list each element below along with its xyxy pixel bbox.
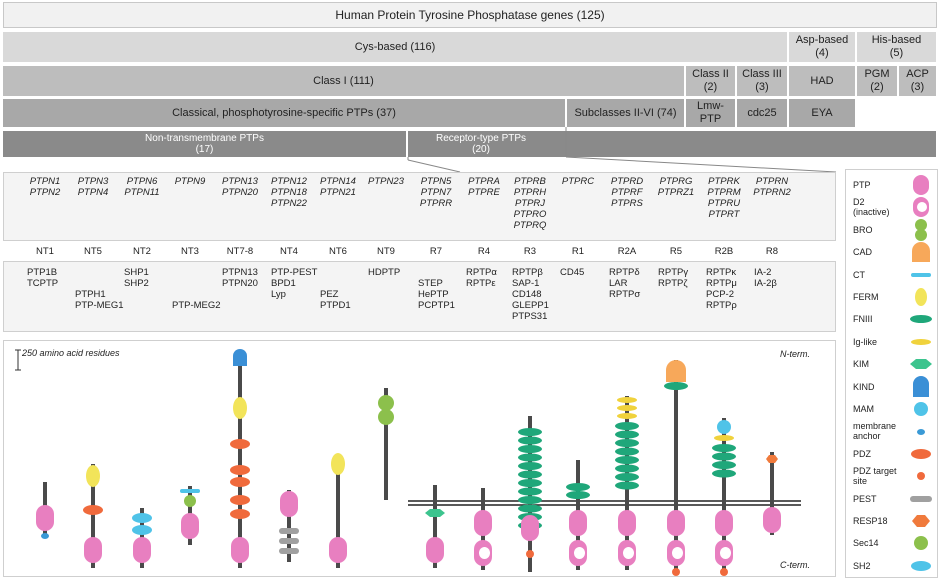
legend-label-1: D2 (inactive) bbox=[853, 197, 890, 218]
legend-label-15: RESP18 bbox=[853, 516, 888, 526]
subfamily-label-nt3: NT3 bbox=[181, 246, 199, 257]
gene-list-r4: PTPRA PTPRE bbox=[468, 176, 500, 198]
legend-label-0: PTP bbox=[853, 180, 871, 190]
gene-list-nt9: PTPN23 bbox=[368, 176, 404, 187]
gene-list-nt1: PTPN1 PTPN2 bbox=[29, 176, 61, 198]
gene-list-nt6: PTPN14 PTPN21 bbox=[320, 176, 356, 198]
iglike-domain-icon bbox=[911, 338, 931, 345]
subfamily-label-nt9: NT9 bbox=[377, 246, 395, 257]
legend-label-3: CAD bbox=[853, 247, 873, 258]
legend-label-12: PDZ bbox=[853, 448, 871, 459]
subfamily-label-r4: R4 bbox=[477, 246, 491, 257]
subfamily-label-nt5: NT5 bbox=[84, 246, 102, 257]
gene-list-r3: PTPRB PTPRH PTPRJ PTPRO PTPRQ bbox=[513, 176, 547, 231]
gene-list-r7: PTPN5 PTPN7 PTPRR bbox=[419, 176, 453, 209]
subfamily-label-nt1: NT1 bbox=[36, 246, 54, 257]
domain-structure-diagram bbox=[15, 349, 801, 576]
gene-list-nt4: PTPN12 PTPN18 PTPN22 bbox=[271, 176, 307, 209]
legend-label-10: MAM bbox=[853, 404, 874, 414]
mam-domain-icon bbox=[914, 402, 928, 416]
fniii-domain-icon bbox=[910, 315, 932, 324]
gene-list-r1: PTPRC bbox=[561, 176, 595, 187]
legend-label-2: BRO bbox=[853, 224, 873, 235]
legend-label-6: FNIII bbox=[853, 314, 873, 325]
subfamily-label-nt6: NT6 bbox=[329, 246, 347, 257]
c-term-label: C-term. bbox=[780, 560, 810, 570]
legend-label-8: KIM bbox=[853, 359, 870, 370]
ferm-domain-icon bbox=[915, 288, 927, 306]
legend-label-17: SH2 bbox=[853, 560, 871, 571]
legend-label-16: Sec14 bbox=[853, 538, 879, 549]
subfamily-label-r5: R5 bbox=[669, 246, 683, 257]
gene-list-nt5: PTPN3 PTPN4 bbox=[77, 176, 109, 198]
subfamily-label-nt2: NT2 bbox=[133, 246, 151, 257]
membrane-anchor-icon bbox=[917, 429, 925, 436]
subfamily-label-r1: R1 bbox=[571, 246, 585, 257]
pdz-domain-icon bbox=[911, 448, 931, 459]
legend-label-14: PEST bbox=[853, 493, 877, 504]
gene-list-r2b: PTPRK PTPRM PTPRU PTPRT bbox=[707, 176, 741, 220]
sh2-domain-icon bbox=[911, 560, 931, 571]
kind-domain-icon bbox=[913, 375, 929, 397]
kim-domain-icon bbox=[910, 359, 932, 370]
gene-list-nt2: PTPN6 PTPN11 bbox=[124, 176, 160, 198]
subfamily-label-r2b: R2B bbox=[714, 246, 734, 257]
gene-list-r5: PTPRG PTPRZ1 bbox=[657, 176, 695, 198]
ptp-domain-icon bbox=[913, 175, 929, 195]
legend-label-13: PDZ target site bbox=[853, 466, 897, 487]
legend-label-11: membrane anchor bbox=[853, 421, 897, 442]
domain-legend: PTP D2 (inactive) BRO CAD CT FERM FNIII Ig-like… bbox=[845, 169, 938, 578]
n-term-label: N-term. bbox=[780, 349, 810, 359]
subfamily-label-r7: R7 bbox=[429, 246, 443, 257]
sec14-domain-icon bbox=[914, 536, 928, 551]
pest-domain-icon bbox=[910, 495, 932, 502]
gene-list-nt3: PTPN9 bbox=[174, 176, 206, 187]
pdz-target-icon bbox=[917, 472, 925, 481]
legend-label-9: KIND bbox=[853, 381, 875, 392]
subfamily-label-r2a: R2A bbox=[617, 246, 637, 257]
gene-list-nt7-8: PTPN13 PTPN20 bbox=[222, 176, 258, 198]
d2-domain-icon bbox=[913, 197, 929, 218]
scale-bar-label: 250 amino acid residues bbox=[22, 348, 120, 358]
resp18-domain-icon bbox=[912, 515, 930, 527]
bro-domain-icon bbox=[915, 218, 927, 241]
legend-label-4: CT bbox=[853, 269, 865, 280]
legend-label-5: FERM bbox=[853, 292, 879, 302]
subfamily-label-r3: R3 bbox=[523, 246, 537, 257]
gene-list-r8: PTPRN PTPRN2 bbox=[753, 176, 791, 198]
cad-domain-icon bbox=[912, 242, 930, 263]
protein-list-r8: IA-2 IA-2β bbox=[754, 267, 777, 289]
subfamily-label-nt7-8: NT7-8 bbox=[226, 246, 254, 257]
subfamily-label-r8: R8 bbox=[765, 246, 779, 257]
gene-list-r2a: PTPRD PTPRF PTPRS bbox=[610, 176, 644, 209]
legend-label-7: Ig-like bbox=[853, 336, 878, 347]
ct-domain-icon bbox=[911, 272, 931, 277]
subfamily-label-nt4: NT4 bbox=[280, 246, 298, 257]
